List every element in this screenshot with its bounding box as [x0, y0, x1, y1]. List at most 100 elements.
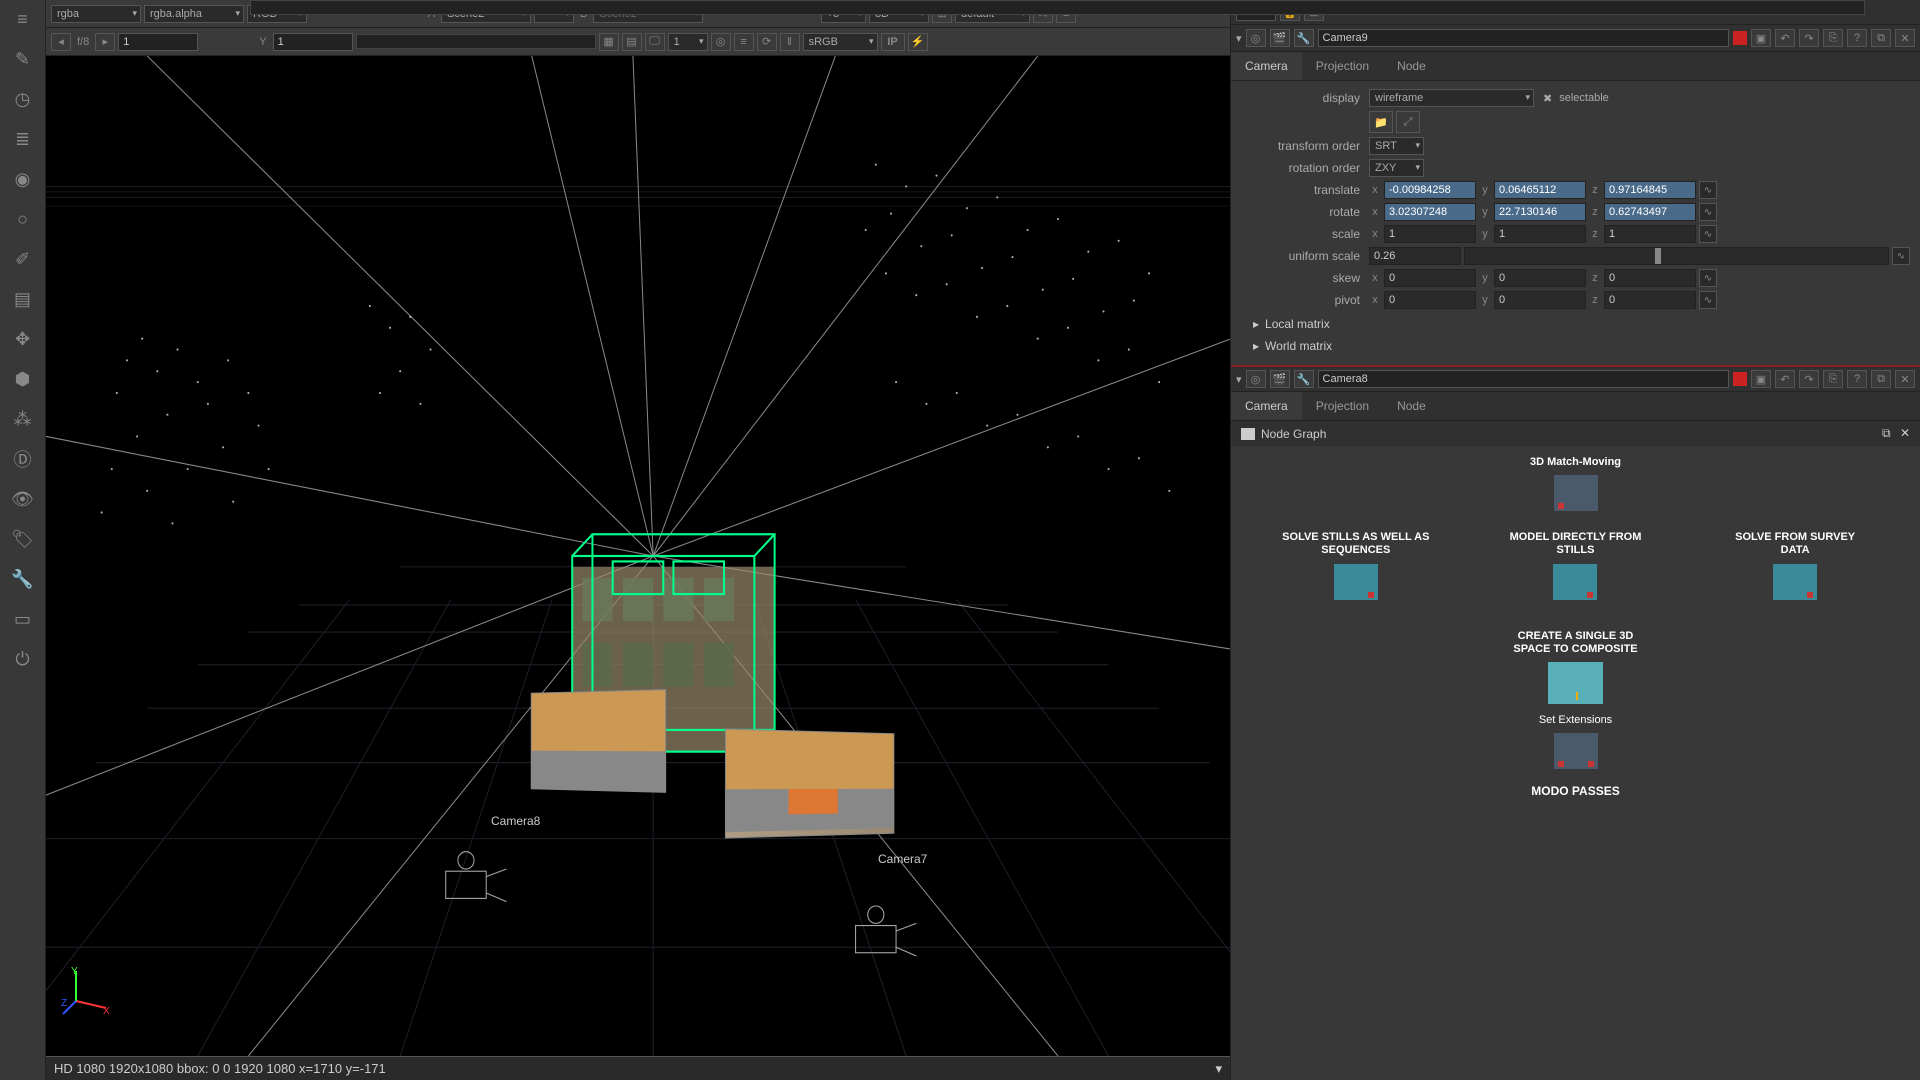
export-icon[interactable]: ⎘ — [1823, 29, 1843, 47]
window-icon[interactable] — [1241, 428, 1255, 440]
help-icon[interactable]: ? — [1847, 370, 1867, 388]
uniform-curve[interactable]: ∿ — [1892, 247, 1910, 265]
grid2-icon[interactable]: ▤ — [622, 33, 642, 51]
skew-z[interactable] — [1604, 269, 1696, 287]
edit-icon[interactable]: ✐ — [9, 245, 37, 273]
pivot-curve[interactable]: ∿ — [1699, 291, 1717, 309]
uniform-scale-slider[interactable] — [1464, 247, 1889, 265]
target-icon[interactable]: ◎ — [711, 33, 731, 51]
collapse-icon[interactable]: ▾ — [1236, 32, 1242, 45]
square-icon[interactable]: ▣ — [1751, 370, 1771, 388]
timeline-a[interactable] — [250, 0, 1865, 15]
pen-icon[interactable]: ✎ — [9, 45, 37, 73]
status-dropdown-icon[interactable]: ▾ — [1215, 1061, 1222, 1077]
tab-node-2[interactable]: Node — [1383, 392, 1440, 420]
scale-x[interactable] — [1384, 225, 1476, 243]
node-name-input[interactable] — [1318, 29, 1729, 47]
clapper-icon[interactable]: 🎬 — [1270, 370, 1290, 388]
feature-survey-icon[interactable] — [1773, 564, 1817, 600]
particles-icon[interactable]: ⁂ — [9, 405, 37, 433]
scale-y[interactable] — [1494, 225, 1586, 243]
pivot-x[interactable] — [1384, 291, 1476, 309]
clapper-icon[interactable]: 🎬 — [1270, 29, 1290, 47]
menu-icon[interactable]: ≡ — [9, 5, 37, 33]
popout-icon[interactable]: ⧉ — [1882, 426, 1891, 440]
value-a-input[interactable] — [118, 33, 198, 51]
pause-icon[interactable]: ‖ — [780, 33, 800, 51]
undo-icon[interactable]: ↶ — [1775, 370, 1795, 388]
timeline-y[interactable] — [356, 34, 596, 49]
circle-icon[interactable]: ○ — [9, 205, 37, 233]
skew-x[interactable] — [1384, 269, 1476, 287]
display-dropdown[interactable]: wireframe — [1369, 89, 1534, 107]
value-y-input[interactable] — [273, 33, 353, 51]
wrench-icon[interactable]: 🔧 — [9, 565, 37, 593]
scale-curve[interactable]: ∿ — [1699, 225, 1717, 243]
list-icon[interactable]: ≣ — [9, 125, 37, 153]
popout-icon[interactable]: ⧉ — [1871, 29, 1891, 47]
arrows-icon[interactable]: ⤢ — [1396, 111, 1420, 133]
tag-icon[interactable]: 🏷 — [9, 525, 37, 553]
refresh-icon[interactable]: ⟳ — [757, 33, 777, 51]
sphere-icon[interactable]: ◉ — [9, 165, 37, 193]
value-c-dropdown[interactable]: 1 — [668, 33, 708, 51]
rotation-order-dropdown[interactable]: ZXY — [1369, 159, 1424, 177]
world-matrix-row[interactable]: ▸ World matrix — [1241, 335, 1910, 357]
wrench-icon[interactable]: 🔧 — [1294, 370, 1314, 388]
move-icon[interactable]: ✥ — [9, 325, 37, 353]
translate-curve[interactable]: ∿ — [1699, 181, 1717, 199]
close-icon[interactable]: ✕ — [1895, 29, 1915, 47]
rotate-x[interactable] — [1384, 203, 1476, 221]
redo-icon[interactable]: ↷ — [1799, 29, 1819, 47]
gamma-dropdown[interactable]: sRGB — [803, 33, 878, 51]
close-icon[interactable]: ✕ — [1895, 370, 1915, 388]
target-icon[interactable]: ◎ — [1246, 370, 1266, 388]
node-name-input-2[interactable] — [1318, 370, 1729, 388]
next-icon[interactable]: ▸ — [95, 33, 115, 51]
square-icon[interactable]: ▣ — [1751, 29, 1771, 47]
monitor-icon[interactable]: 🖵 — [645, 33, 665, 51]
fx-icon[interactable]: ⚡ — [908, 33, 928, 51]
tab-projection-2[interactable]: Projection — [1302, 392, 1383, 420]
node-graph-area[interactable]: 3D Match-Moving SOLVE STILLS AS WELL AS … — [1231, 446, 1920, 1080]
feature-model-icon[interactable] — [1553, 564, 1597, 600]
record-icon[interactable] — [1733, 372, 1747, 386]
power-icon[interactable]: ⏻ — [9, 645, 37, 673]
tab-node[interactable]: Node — [1383, 52, 1440, 80]
redo-icon[interactable]: ↷ — [1799, 370, 1819, 388]
clock-icon[interactable]: ◷ — [9, 85, 37, 113]
layers-icon[interactable]: ▤ — [9, 285, 37, 313]
rotate-curve[interactable]: ∿ — [1699, 203, 1717, 221]
tab-camera[interactable]: Camera — [1231, 52, 1302, 80]
help-icon[interactable]: ? — [1847, 29, 1867, 47]
lines-icon[interactable]: ≡ — [734, 33, 754, 51]
close-icon[interactable]: ✕ — [1900, 426, 1910, 440]
rotate-y[interactable] — [1494, 203, 1586, 221]
record-icon[interactable] — [1733, 31, 1747, 45]
feature-stills-icon[interactable] — [1334, 564, 1378, 600]
rotate-z[interactable] — [1604, 203, 1696, 221]
export-icon[interactable]: ⎘ — [1823, 370, 1843, 388]
feature-matchmoving-icon[interactable] — [1554, 475, 1598, 511]
prev-icon[interactable]: ◂ — [51, 33, 71, 51]
translate-y[interactable] — [1494, 181, 1586, 199]
viewport-3d[interactable]: Camera8 Camera7 X Y Z — [46, 56, 1230, 1056]
eye-icon[interactable]: 👁 — [9, 485, 37, 513]
ip-button[interactable]: IP — [881, 33, 905, 51]
channel2-dropdown[interactable]: rgba.alpha — [144, 5, 244, 23]
undo-icon[interactable]: ↶ — [1775, 29, 1795, 47]
target-icon[interactable]: ◎ — [1246, 29, 1266, 47]
letter-d-icon[interactable]: Ⓓ — [9, 445, 37, 473]
transform-order-dropdown[interactable]: SRT — [1369, 137, 1424, 155]
pivot-z[interactable] — [1604, 291, 1696, 309]
local-matrix-row[interactable]: ▸ Local matrix — [1241, 313, 1910, 335]
pivot-y[interactable] — [1494, 291, 1586, 309]
cube-icon[interactable]: ⬢ — [9, 365, 37, 393]
tab-camera-2[interactable]: Camera — [1231, 392, 1302, 420]
checkbox-icon[interactable]: ✖ — [1543, 92, 1552, 105]
channel1-dropdown[interactable]: rgba — [51, 5, 141, 23]
skew-curve[interactable]: ∿ — [1699, 269, 1717, 287]
card-icon[interactable]: ▭ — [9, 605, 37, 633]
translate-x[interactable] — [1384, 181, 1476, 199]
collapse-icon[interactable]: ▾ — [1236, 373, 1242, 386]
